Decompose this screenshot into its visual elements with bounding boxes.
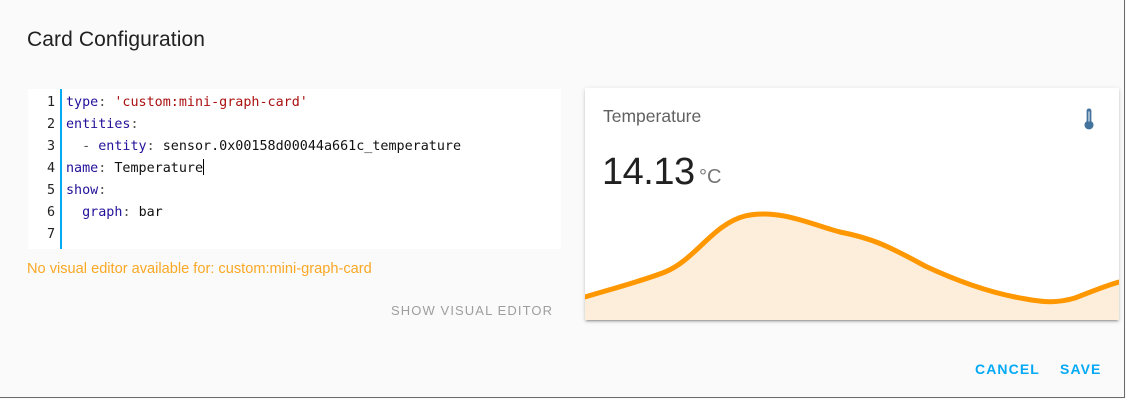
line-number: 4 (46, 161, 55, 176)
yaml-code-editor[interactable]: 1 2 3 4 5 6 7 type: 'custom:mini-graph-c… (28, 89, 561, 249)
show-visual-editor-button[interactable]: SHOW VISUAL EDITOR (391, 303, 553, 318)
graph-fill (585, 213, 1119, 320)
line-number: 7 (46, 227, 55, 242)
gutter-divider (60, 89, 62, 249)
code-line[interactable]: graph: bar (66, 202, 561, 224)
state-unit: °C (699, 166, 722, 188)
code-line[interactable]: entities: (66, 114, 561, 136)
save-button[interactable]: SAVE (1060, 361, 1102, 377)
card-preview[interactable]: Temperature 14.13 °C (585, 88, 1119, 320)
code-line[interactable]: name: Temperature (66, 158, 561, 180)
line-number: 6 (46, 205, 55, 220)
line-number: 5 (46, 183, 55, 198)
code-line[interactable]: show: (66, 180, 561, 202)
code-line[interactable] (66, 224, 561, 246)
code-area[interactable]: type: 'custom:mini-graph-card' entities:… (66, 92, 561, 246)
card-configuration-dialog: Card Configuration 1 2 3 4 5 6 7 type: '… (0, 0, 1125, 398)
line-number: 3 (46, 139, 55, 154)
thermometer-icon (1084, 108, 1094, 130)
code-line[interactable]: type: 'custom:mini-graph-card' (66, 92, 561, 114)
no-visual-editor-warning: No visual editor available for: custom:m… (27, 261, 372, 277)
cancel-button[interactable]: CANCEL (975, 361, 1040, 377)
line-number-gutter: 1 2 3 4 5 6 7 (28, 92, 59, 246)
dialog-title: Card Configuration (27, 28, 206, 51)
line-number: 1 (46, 95, 55, 110)
card-entity-name: Temperature (603, 106, 702, 126)
temperature-graph (585, 211, 1119, 320)
code-line[interactable]: - entity: sensor.0x00158d00044a661c_temp… (66, 136, 561, 158)
state-value: 14.13 (602, 151, 695, 193)
line-number: 2 (46, 117, 55, 132)
text-cursor (203, 159, 205, 175)
